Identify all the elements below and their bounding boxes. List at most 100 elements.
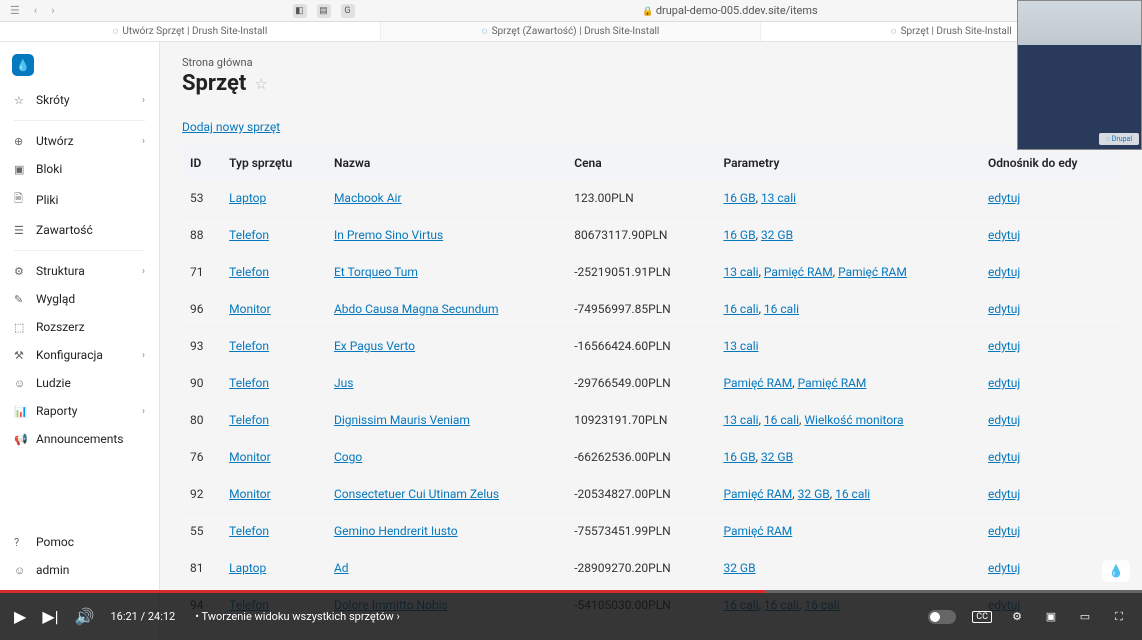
- progress-bar[interactable]: [0, 590, 1142, 593]
- column-header[interactable]: Cena: [566, 146, 715, 180]
- name-link[interactable]: Ex Pagus Verto: [334, 339, 415, 353]
- type-link[interactable]: Monitor: [229, 450, 271, 464]
- add-new-link[interactable]: Dodaj nowy sprzęt: [182, 120, 280, 134]
- fullscreen-icon[interactable]: ⛶: [1110, 610, 1128, 624]
- type-link[interactable]: Telefon: [229, 265, 269, 279]
- param-link[interactable]: Pamięć RAM: [723, 487, 792, 501]
- edit-link[interactable]: edytuj: [988, 302, 1020, 316]
- volume-icon[interactable]: 🔊: [75, 607, 95, 626]
- captions-button[interactable]: CC: [972, 611, 992, 623]
- breadcrumb[interactable]: Strona główna: [182, 56, 1120, 69]
- sidebar-item-konfiguracja[interactable]: ⚒Konfiguracja›: [0, 341, 159, 369]
- column-header[interactable]: Nazwa: [326, 146, 566, 180]
- drupal-logo-icon[interactable]: 💧: [12, 54, 34, 76]
- tab-1[interactable]: ◌Utwórz Sprzęt | Drush Site-Install: [0, 22, 381, 41]
- sidebar-item-struktura[interactable]: ⚙Struktura›: [0, 257, 159, 285]
- param-link[interactable]: Pamięć RAM: [798, 376, 867, 390]
- shield-icon[interactable]: ◧: [293, 4, 307, 18]
- edit-link[interactable]: edytuj: [988, 191, 1020, 205]
- param-link[interactable]: Wielkość monitora: [804, 413, 903, 427]
- settings-icon[interactable]: ⚙: [1008, 610, 1026, 624]
- sidebar-item-pliki[interactable]: 🗎Pliki: [0, 183, 159, 216]
- menu-icon: ?: [14, 536, 28, 549]
- forward-icon[interactable]: ›: [51, 4, 54, 17]
- play-button[interactable]: ▶: [14, 607, 26, 626]
- name-link[interactable]: Consectetuer Cui Utinam Zelus: [334, 487, 499, 501]
- param-link[interactable]: 32 GB: [761, 228, 793, 242]
- theater-icon[interactable]: ▭: [1076, 610, 1094, 624]
- edit-link[interactable]: edytuj: [988, 376, 1020, 390]
- translate-icon[interactable]: G: [341, 4, 355, 18]
- param-link[interactable]: 16 cali: [723, 302, 758, 316]
- edit-link[interactable]: edytuj: [988, 265, 1020, 279]
- column-header[interactable]: Typ sprzętu: [221, 146, 326, 180]
- type-link[interactable]: Monitor: [229, 302, 271, 316]
- address-bar[interactable]: drupal-demo-005.ddev.site/items: [373, 4, 1088, 17]
- miniplayer-icon[interactable]: ▣: [1042, 610, 1060, 624]
- name-link[interactable]: Dignissim Mauris Veniam: [334, 413, 470, 427]
- param-link[interactable]: 16 cali: [764, 302, 799, 316]
- autoplay-toggle[interactable]: [928, 610, 956, 624]
- name-link[interactable]: Abdo Causa Magna Secundum: [334, 302, 499, 316]
- type-link[interactable]: Monitor: [229, 487, 271, 501]
- sidebar-item-pomoc[interactable]: ?Pomoc: [0, 528, 160, 556]
- sidebar-item-admin[interactable]: ☺admin: [0, 556, 160, 584]
- param-link[interactable]: Pamięć RAM: [723, 376, 792, 390]
- type-link[interactable]: Laptop: [229, 191, 266, 205]
- type-link[interactable]: Telefon: [229, 228, 269, 242]
- sidebar-item-announcements[interactable]: 📢Announcements: [0, 425, 159, 453]
- star-icon[interactable]: ☆: [254, 75, 267, 93]
- edit-link[interactable]: edytuj: [988, 228, 1020, 242]
- param-link[interactable]: 13 cali: [723, 339, 758, 353]
- param-link[interactable]: Pamięć RAM: [764, 265, 833, 279]
- type-link[interactable]: Telefon: [229, 413, 269, 427]
- edit-link[interactable]: edytuj: [988, 487, 1020, 501]
- sidebar-item-raporty[interactable]: 📊Raporty›: [0, 397, 159, 425]
- param-link[interactable]: 32 GB: [798, 487, 830, 501]
- watermark-icon[interactable]: 💧: [1102, 560, 1130, 582]
- name-link[interactable]: Ad: [334, 561, 349, 575]
- next-button[interactable]: ▶|: [42, 607, 58, 626]
- param-link[interactable]: Pamięć RAM: [723, 524, 792, 538]
- param-link[interactable]: 13 cali: [761, 191, 796, 205]
- edit-link[interactable]: edytuj: [988, 413, 1020, 427]
- column-header[interactable]: Parametry: [715, 146, 980, 180]
- edit-link[interactable]: edytuj: [988, 339, 1020, 353]
- name-link[interactable]: Macbook Air: [334, 191, 402, 205]
- name-link[interactable]: Jus: [334, 376, 353, 390]
- tab-2[interactable]: ◌Sprzęt (Zawartość) | Drush Site-Install: [381, 22, 762, 41]
- param-link[interactable]: 13 cali: [723, 413, 758, 427]
- name-link[interactable]: Et Torqueo Tum: [334, 265, 418, 279]
- name-link[interactable]: Cogo: [334, 450, 362, 464]
- param-link[interactable]: 32 GB: [723, 561, 755, 575]
- type-link[interactable]: Telefon: [229, 339, 269, 353]
- column-header[interactable]: ID: [182, 146, 221, 180]
- type-link[interactable]: Laptop: [229, 561, 266, 575]
- param-link[interactable]: 16 cali: [764, 413, 799, 427]
- sidebar-toggle-icon[interactable]: ☰: [10, 4, 20, 17]
- param-link[interactable]: 16 GB: [723, 191, 755, 205]
- edit-link[interactable]: edytuj: [988, 524, 1020, 538]
- param-link[interactable]: Pamięć RAM: [838, 265, 907, 279]
- type-link[interactable]: Telefon: [229, 376, 269, 390]
- sidebar-item-zawartość[interactable]: ☰Zawartość: [0, 216, 159, 244]
- param-link[interactable]: 13 cali: [723, 265, 758, 279]
- name-link[interactable]: Gemino Hendrerit Iusto: [334, 524, 458, 538]
- sidebar-item-skróty[interactable]: ☆Skróty›: [0, 86, 159, 114]
- back-icon[interactable]: ‹: [34, 4, 37, 17]
- param-link[interactable]: 16 cali: [835, 487, 870, 501]
- param-link[interactable]: 16 GB: [723, 228, 755, 242]
- name-link[interactable]: In Premo Sino Virtus: [334, 228, 443, 242]
- param-link[interactable]: 16 GB: [723, 450, 755, 464]
- sidebar-item-rozszerz[interactable]: ⬚Rozszerz: [0, 313, 159, 341]
- edit-link[interactable]: edytuj: [988, 450, 1020, 464]
- param-link[interactable]: 32 GB: [761, 450, 793, 464]
- type-link[interactable]: Telefon: [229, 524, 269, 538]
- sidebar-item-ludzie[interactable]: ☺Ludzie: [0, 369, 159, 397]
- reader-icon[interactable]: ▤: [317, 4, 331, 18]
- sidebar-item-bloki[interactable]: ▣Bloki: [0, 155, 159, 183]
- sidebar-item-utwórz[interactable]: ⊕Utwórz›: [0, 127, 159, 155]
- edit-link[interactable]: edytuj: [988, 561, 1020, 575]
- column-header[interactable]: Odnośnik do edy: [980, 146, 1120, 180]
- sidebar-item-wygląd[interactable]: ✎Wygląd: [0, 285, 159, 313]
